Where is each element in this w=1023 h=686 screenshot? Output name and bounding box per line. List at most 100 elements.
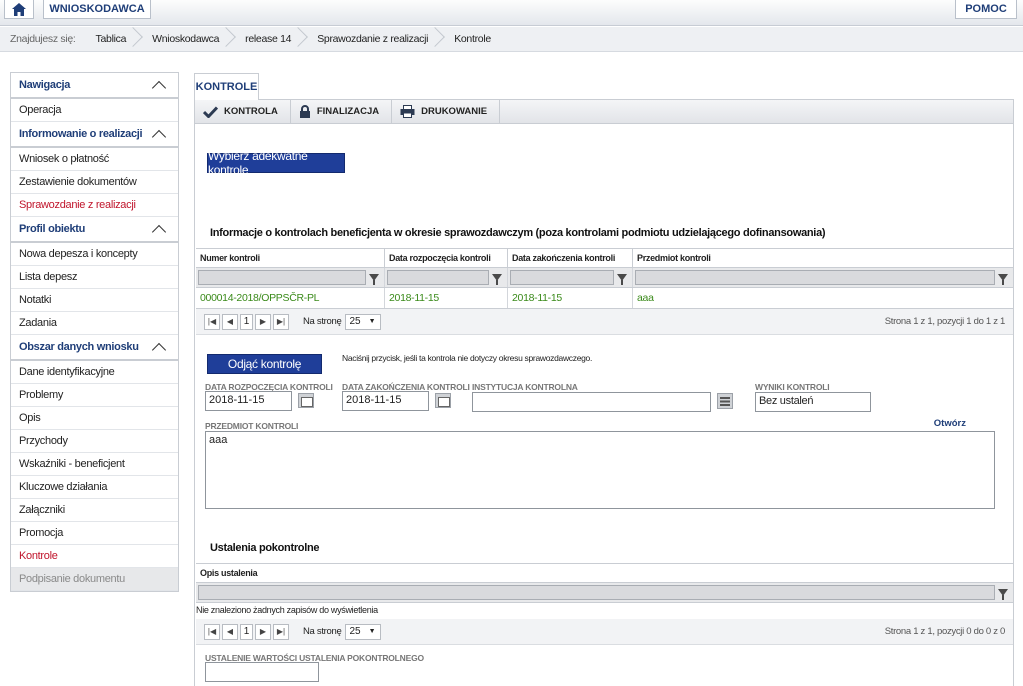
finalizacja-button[interactable]: FINALIZACJA bbox=[291, 99, 393, 124]
help-button[interactable]: POMOC bbox=[955, 0, 1017, 19]
wnioskodawca-button[interactable]: WNIOSKODAWCA bbox=[43, 0, 151, 19]
filter-icon[interactable] bbox=[617, 274, 627, 285]
subject-textarea[interactable]: aaa bbox=[205, 431, 995, 509]
main-panel: KONTROLA FINALIZACJA DRUKOWANIE Wybierz … bbox=[194, 99, 1014, 686]
filter-input-przedmiot[interactable] bbox=[635, 270, 995, 285]
page-number-input[interactable]: 1 bbox=[240, 313, 253, 330]
dropdown-arrow-icon: ▼ bbox=[368, 628, 376, 635]
sidebar-item-podpisanie: Podpisanie dokumentu bbox=[11, 568, 178, 591]
sidebar-item-wskazniki[interactable]: Wskaźniki - beneficjent bbox=[11, 453, 178, 476]
column-header-data-zakonczenia[interactable]: Data zakończenia kontroli bbox=[508, 249, 633, 267]
filter-icon[interactable] bbox=[998, 589, 1008, 600]
cell-numer: 000014-2018/OPPSČR-PL bbox=[196, 288, 385, 308]
pager-info: Strona 1 z 1, pozycji 1 do 1 z 1 bbox=[884, 316, 1006, 327]
open-link[interactable]: Otwórz bbox=[934, 418, 966, 429]
first-page-icon[interactable]: |◀ bbox=[204, 313, 220, 330]
chevron-up-icon bbox=[151, 129, 167, 145]
filter-input-numer[interactable] bbox=[198, 270, 366, 285]
table-row[interactable]: 000014-2018/OPPSČR-PL 2018-11-15 2018-11… bbox=[196, 288, 1013, 309]
next-page-icon[interactable]: ▶ bbox=[255, 623, 271, 640]
breadcrumb-item-wnioskodawca[interactable]: Wnioskodawca bbox=[142, 27, 235, 52]
grid-pager: |◀ ◀ 1 ▶ ▶| Na stronę 25 ▼ Strona 1 z 1, … bbox=[196, 309, 1013, 335]
chevron-up-icon bbox=[151, 342, 167, 358]
first-page-icon[interactable]: |◀ bbox=[204, 623, 220, 640]
filter-input-data-rozpoczecia[interactable] bbox=[387, 270, 489, 285]
lock-icon bbox=[299, 105, 310, 118]
per-page-select[interactable]: 25 ▼ bbox=[344, 623, 381, 640]
list-icon[interactable] bbox=[717, 393, 733, 409]
per-page-label: Na stronę bbox=[303, 626, 342, 637]
subject-label: PRZEDMIOT KONTROLI bbox=[205, 421, 299, 431]
sidebar-item-operacja[interactable]: Operacja bbox=[11, 99, 178, 122]
sidebar: Nawigacja Operacja Informowanie o realiz… bbox=[10, 72, 179, 592]
per-page-label: Na stronę bbox=[303, 316, 342, 327]
sidebar-item-kluczowe[interactable]: Kluczowe działania bbox=[11, 476, 178, 499]
per-page-value: 25 bbox=[349, 626, 361, 637]
sidebar-item-kontrole[interactable]: Kontrole bbox=[11, 545, 178, 568]
top-bar: WNIOSKODAWCA POMOC bbox=[0, 0, 1023, 26]
filter-input-opis[interactable] bbox=[198, 585, 995, 600]
breadcrumb: Znajdujesz się: Tablica Wnioskodawca rel… bbox=[0, 27, 1023, 52]
sidebar-item-zestawienie[interactable]: Zestawienie dokumentów bbox=[11, 171, 178, 194]
section-title-ustalenia: Ustalenia pokontrolne bbox=[210, 542, 320, 554]
prev-page-icon[interactable]: ◀ bbox=[222, 623, 238, 640]
drukowanie-label: DRUKOWANIE bbox=[421, 106, 488, 117]
calendar-icon[interactable] bbox=[435, 393, 451, 408]
sidebar-item-problemy[interactable]: Problemy bbox=[11, 384, 178, 407]
result-label: WYNIKI KONTROLI bbox=[755, 382, 830, 392]
tab-kontrole[interactable]: KONTROLE bbox=[194, 73, 259, 100]
column-header-opis[interactable]: Opis ustalenia bbox=[196, 564, 1013, 582]
filter-input-data-zakonczenia[interactable] bbox=[510, 270, 614, 285]
sidebar-item-lista-depesz[interactable]: Lista depesz bbox=[11, 266, 178, 289]
remove-control-button[interactable]: Odjąć kontrolę bbox=[207, 354, 322, 374]
sidebar-section-profil[interactable]: Profil obiektu bbox=[11, 217, 178, 243]
sidebar-item-zadania[interactable]: Zadania bbox=[11, 312, 178, 335]
controls-grid: Numer kontroli Data rozpoczęcia kontroli… bbox=[196, 248, 1013, 335]
page-number-input[interactable]: 1 bbox=[240, 623, 253, 640]
institution-input[interactable] bbox=[472, 392, 711, 412]
finding-value-input[interactable] bbox=[205, 662, 319, 682]
sidebar-item-dane[interactable]: Dane identyfikacyjne bbox=[11, 361, 178, 384]
sidebar-section-informowanie[interactable]: Informowanie o realizacji bbox=[11, 122, 178, 148]
column-header-przedmiot[interactable]: Przedmiot kontroli bbox=[633, 249, 1013, 267]
printer-icon bbox=[400, 105, 415, 118]
breadcrumb-item-sprawozdanie[interactable]: Sprawozdanie z realizacji bbox=[307, 27, 444, 52]
sidebar-item-opis[interactable]: Opis bbox=[11, 407, 178, 430]
sidebar-item-wniosek[interactable]: Wniosek o płatność bbox=[11, 148, 178, 171]
cell-data-rozpoczecia: 2018-11-15 bbox=[385, 288, 508, 308]
sidebar-section-title: Obszar danych wniosku bbox=[19, 341, 139, 353]
last-page-icon[interactable]: ▶| bbox=[273, 623, 289, 640]
start-date-input[interactable]: 2018-11-15 bbox=[205, 391, 292, 411]
calendar-icon[interactable] bbox=[298, 393, 314, 408]
filter-icon[interactable] bbox=[492, 274, 502, 285]
sidebar-item-notatki[interactable]: Notatki bbox=[11, 289, 178, 312]
sidebar-item-sprawozdanie[interactable]: Sprawozdanie z realizacji bbox=[11, 194, 178, 217]
column-header-data-rozpoczecia[interactable]: Data rozpoczęcia kontroli bbox=[385, 249, 508, 267]
result-input[interactable]: Bez ustaleń bbox=[755, 392, 871, 412]
sidebar-section-nawigacja[interactable]: Nawigacja bbox=[11, 73, 178, 99]
column-header-numer[interactable]: Numer kontroli bbox=[196, 249, 385, 267]
breadcrumb-item-tablica[interactable]: Tablica bbox=[86, 27, 143, 52]
next-page-icon[interactable]: ▶ bbox=[255, 313, 271, 330]
sidebar-section-title: Nawigacja bbox=[19, 79, 71, 91]
home-button[interactable] bbox=[4, 0, 34, 19]
cell-data-zakonczenia: 2018-11-15 bbox=[508, 288, 633, 308]
select-controls-button[interactable]: Wybierz adekwatne kontrole bbox=[207, 149, 345, 177]
filter-icon[interactable] bbox=[369, 274, 379, 285]
drukowanie-button[interactable]: DRUKOWANIE bbox=[392, 99, 501, 124]
sidebar-item-przychody[interactable]: Przychody bbox=[11, 430, 178, 453]
breadcrumb-item-release[interactable]: release 14 bbox=[235, 27, 307, 52]
filter-icon[interactable] bbox=[998, 274, 1008, 285]
home-icon bbox=[12, 2, 26, 16]
institution-label: INSTYTUCJA KONTROLNA bbox=[472, 382, 578, 392]
last-page-icon[interactable]: ▶| bbox=[273, 313, 289, 330]
end-date-input[interactable]: 2018-11-15 bbox=[342, 391, 429, 411]
sidebar-item-nowa-depesza[interactable]: Nowa depesza i koncepty bbox=[11, 243, 178, 266]
prev-page-icon[interactable]: ◀ bbox=[222, 313, 238, 330]
section-title-kontrole: Informacje o kontrolach beneficjenta w o… bbox=[210, 227, 826, 239]
kontrola-button[interactable]: KONTROLA bbox=[195, 99, 291, 124]
sidebar-item-promocja[interactable]: Promocja bbox=[11, 522, 178, 545]
sidebar-section-obszar[interactable]: Obszar danych wniosku bbox=[11, 335, 178, 361]
per-page-select[interactable]: 25 ▼ bbox=[344, 313, 381, 330]
sidebar-item-zalaczniki[interactable]: Załączniki bbox=[11, 499, 178, 522]
